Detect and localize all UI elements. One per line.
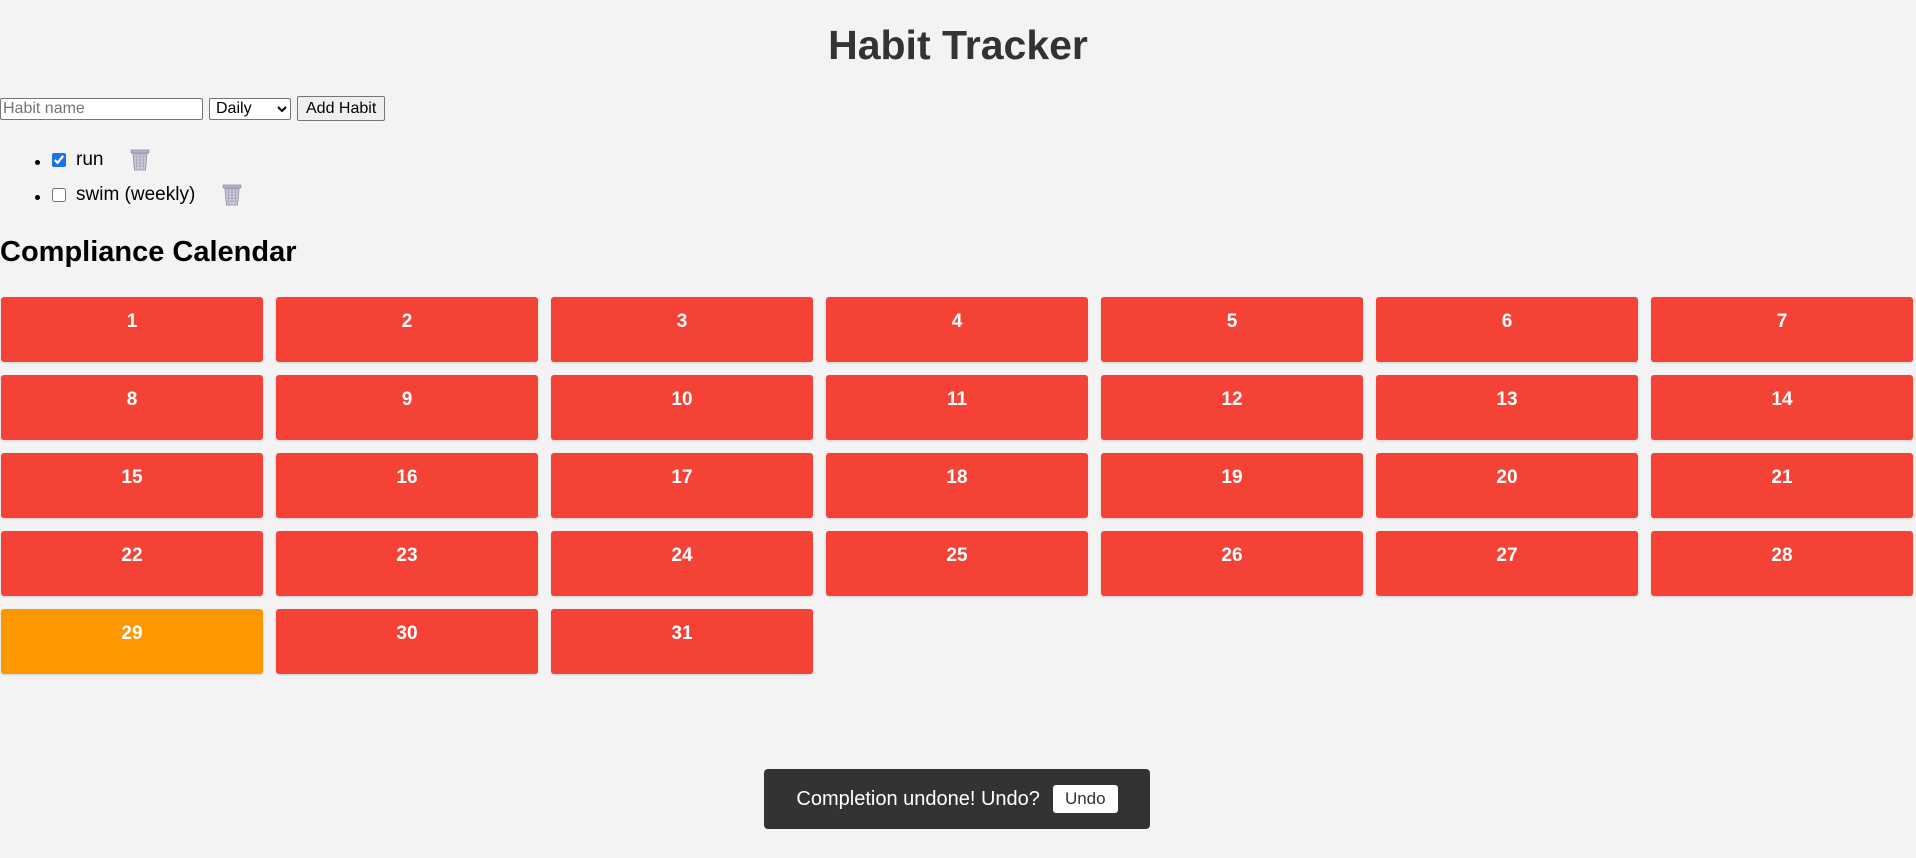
calendar-day[interactable]: 26 <box>1101 531 1363 596</box>
undo-button[interactable]: Undo <box>1052 785 1118 813</box>
calendar-day[interactable]: 16 <box>276 453 538 518</box>
calendar-day[interactable]: 18 <box>826 453 1088 518</box>
calendar-day[interactable]: 3 <box>551 297 813 362</box>
calendar-day[interactable]: 7 <box>1651 297 1913 362</box>
compliance-calendar: 1 2 3 4 5 6 7 8 9 10 11 12 13 14 15 16 17 18 19 20 21 22 23 24 2… <box>0 297 1916 674</box>
calendar-day[interactable]: 14 <box>1651 375 1913 440</box>
calendar-day[interactable]: 9 <box>276 375 538 440</box>
calendar-title: Compliance Calendar <box>0 236 297 268</box>
calendar-day[interactable]: 23 <box>276 531 538 596</box>
habit-item: swim (weekly) <box>52 177 243 212</box>
calendar-day[interactable]: 31 <box>551 609 813 674</box>
calendar-day[interactable]: 4 <box>826 297 1088 362</box>
habit-complete-checkbox[interactable] <box>52 187 66 202</box>
habit-tracker-page: Habit Tracker Daily Add Habit run <box>0 0 1916 858</box>
trash-icon[interactable] <box>221 183 243 207</box>
calendar-day[interactable]: 27 <box>1376 531 1638 596</box>
habit-item: run <box>52 142 243 177</box>
calendar-day[interactable]: 30 <box>276 609 538 674</box>
calendar-day[interactable]: 28 <box>1651 531 1913 596</box>
calendar-day[interactable]: 15 <box>1 453 263 518</box>
habit-list: run swim (weekly) <box>0 142 243 212</box>
trash-icon[interactable] <box>129 148 151 172</box>
calendar-day[interactable]: 17 <box>551 453 813 518</box>
add-habit-form: Daily Add Habit <box>0 96 386 121</box>
calendar-day[interactable]: 20 <box>1376 453 1638 518</box>
calendar-day[interactable]: 19 <box>1101 453 1363 518</box>
habit-label: swim (weekly) <box>76 184 196 205</box>
calendar-day[interactable]: 22 <box>1 531 263 596</box>
undo-toast: Completion undone! Undo? Undo <box>764 769 1150 829</box>
toast-message: Completion undone! Undo? <box>796 787 1040 810</box>
calendar-day[interactable]: 13 <box>1376 375 1638 440</box>
add-habit-button[interactable]: Add Habit <box>297 96 386 121</box>
calendar-day[interactable]: 5 <box>1101 297 1363 362</box>
habit-label: run <box>76 149 104 170</box>
calendar-day[interactable]: 1 <box>1 297 263 362</box>
calendar-day[interactable]: 6 <box>1376 297 1638 362</box>
habit-name-input[interactable] <box>0 97 203 120</box>
calendar-day[interactable]: 21 <box>1651 453 1913 518</box>
calendar-day[interactable]: 8 <box>1 375 263 440</box>
calendar-day[interactable]: 25 <box>826 531 1088 596</box>
calendar-day[interactable]: 10 <box>551 375 813 440</box>
calendar-day[interactable]: 29 <box>1 609 263 674</box>
habit-complete-checkbox[interactable] <box>52 152 66 167</box>
page-title: Habit Tracker <box>828 22 1088 68</box>
calendar-day[interactable]: 12 <box>1101 375 1363 440</box>
calendar-day[interactable]: 2 <box>276 297 538 362</box>
frequency-select[interactable]: Daily <box>209 97 291 120</box>
calendar-day[interactable]: 24 <box>551 531 813 596</box>
calendar-day[interactable]: 11 <box>826 375 1088 440</box>
